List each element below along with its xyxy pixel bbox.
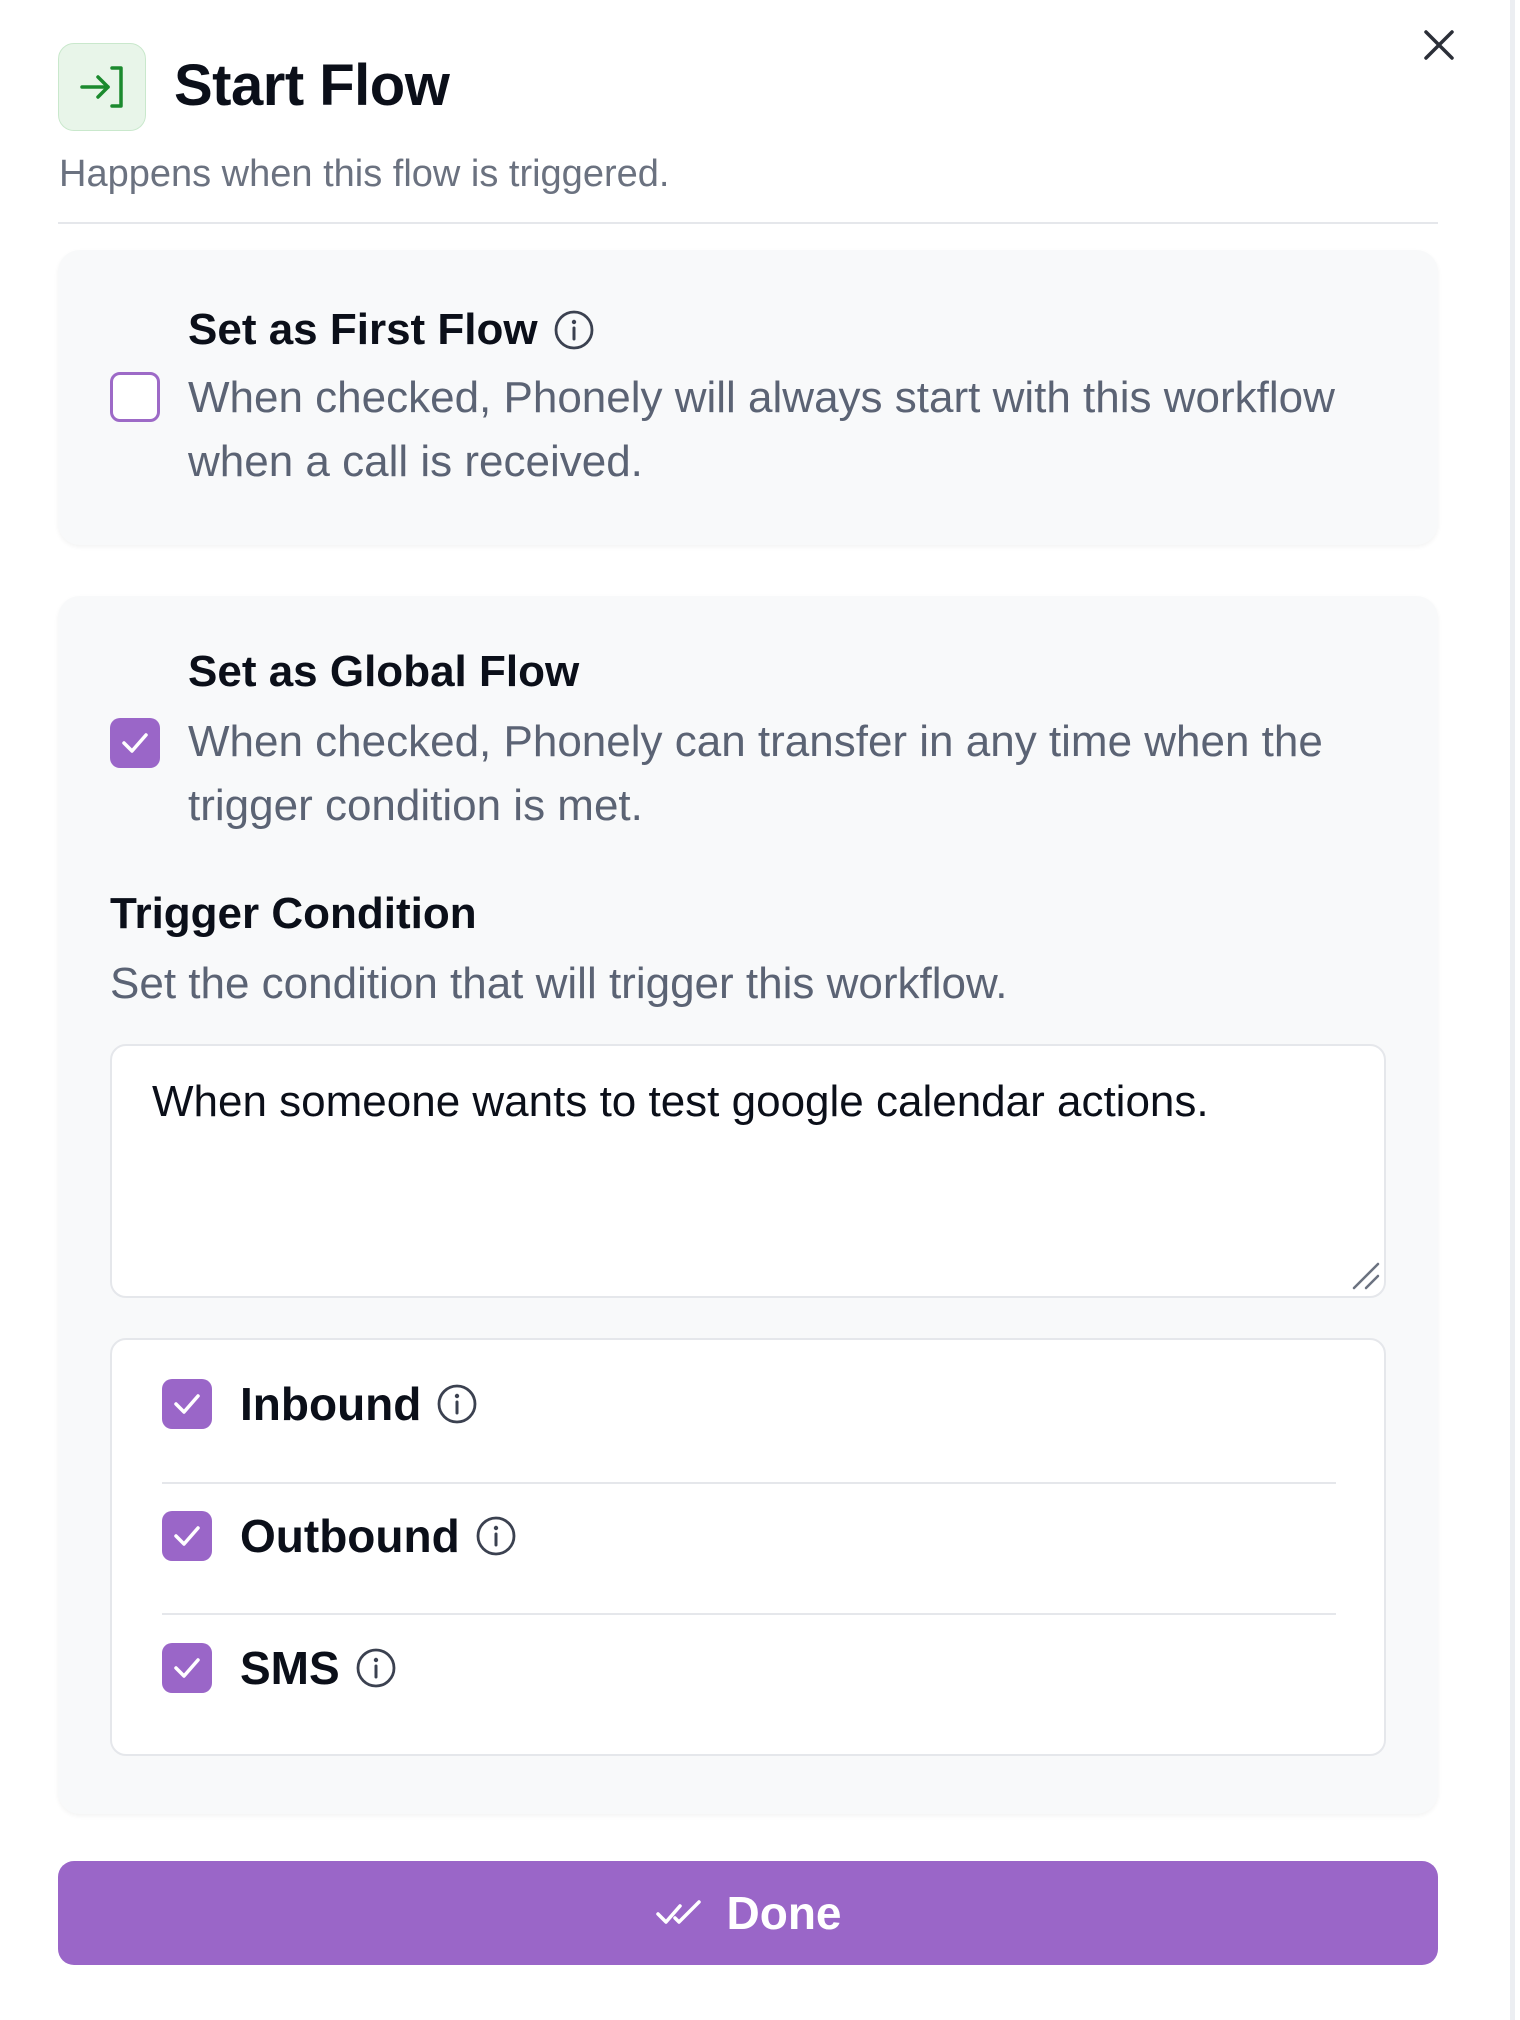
- outbound-label: Outbound: [240, 1510, 460, 1562]
- global-flow-checkbox[interactable]: [110, 718, 160, 768]
- checkmark-icon: [122, 733, 148, 753]
- global-flow-label: Set as Global Flow: [188, 647, 580, 696]
- channel-options: Inbound Outbound SMS: [110, 1338, 1386, 1756]
- global-flow-description: When checked, Phonely can transfer in an…: [188, 717, 1323, 830]
- inbound-label-row: Inbound: [240, 1376, 479, 1432]
- header-divider: [58, 222, 1438, 224]
- close-icon: [1424, 30, 1454, 60]
- outbound-label-row: Outbound: [240, 1508, 518, 1564]
- info-icon[interactable]: [354, 1646, 398, 1690]
- sms-label: SMS: [240, 1642, 340, 1694]
- trigger-condition-description: Set the condition that will trigger this…: [110, 959, 1008, 1008]
- first-flow-label-row: Set as First Flow: [188, 302, 596, 358]
- checkmark-icon: [174, 1394, 200, 1414]
- channel-option-sms[interactable]: SMS: [162, 1604, 1336, 1736]
- first-flow-label: Set as First Flow: [188, 305, 538, 354]
- start-flow-panel: Start Flow Happens when this flow is tri…: [0, 0, 1515, 2020]
- channel-option-outbound[interactable]: Outbound: [162, 1472, 1336, 1604]
- start-flow-icon-badge: [58, 43, 146, 131]
- close-button[interactable]: [1414, 20, 1464, 70]
- page-title: Start Flow: [174, 53, 450, 118]
- trigger-condition-textarea[interactable]: When someone wants to test google calend…: [110, 1044, 1386, 1298]
- trigger-condition-value: When someone wants to test google calend…: [152, 1077, 1209, 1126]
- first-flow-checkbox[interactable]: [110, 372, 160, 422]
- global-flow-card: Set as Global Flow When checked, Phonely…: [58, 596, 1438, 1814]
- done-button-label: Done: [726, 1887, 842, 1939]
- done-button[interactable]: Done: [58, 1861, 1438, 1965]
- enter-flow-icon: [80, 66, 123, 108]
- sms-checkbox[interactable]: [162, 1643, 212, 1693]
- double-check-icon: [655, 1900, 701, 1924]
- page-subtitle: Happens when this flow is triggered.: [59, 153, 670, 195]
- first-flow-card: Set as First Flow When checked, Phonely …: [58, 250, 1438, 545]
- info-icon[interactable]: [435, 1382, 479, 1426]
- resize-handle-icon[interactable]: [1348, 1258, 1382, 1292]
- info-icon[interactable]: [474, 1514, 518, 1558]
- inbound-checkbox[interactable]: [162, 1379, 212, 1429]
- inbound-label: Inbound: [240, 1378, 422, 1430]
- first-flow-description: When checked, Phonely will always start …: [188, 373, 1335, 486]
- outbound-checkbox[interactable]: [162, 1511, 212, 1561]
- checkmark-icon: [174, 1658, 200, 1678]
- checkmark-icon: [174, 1526, 200, 1546]
- channel-option-inbound[interactable]: Inbound: [162, 1340, 1336, 1472]
- trigger-condition-title: Trigger Condition: [110, 889, 477, 938]
- info-icon[interactable]: [552, 308, 596, 352]
- sms-label-row: SMS: [240, 1640, 398, 1696]
